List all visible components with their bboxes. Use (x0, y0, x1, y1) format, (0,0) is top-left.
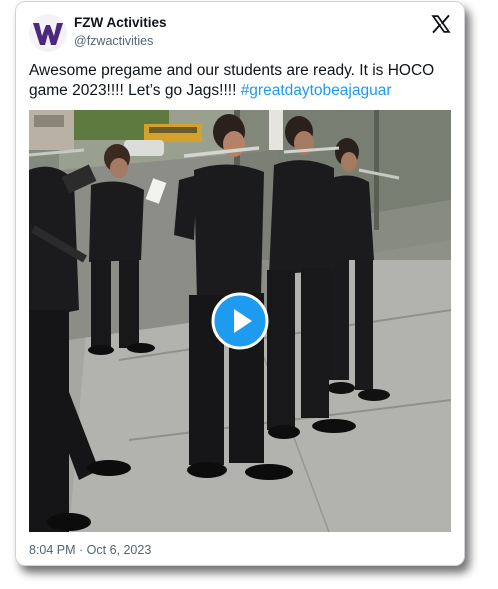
play-icon[interactable] (211, 292, 269, 350)
hashtag-link[interactable]: #greatdaytobeajaguar (241, 82, 392, 99)
w-logo-icon (33, 23, 63, 45)
author-handle[interactable]: @fzwactivities (74, 34, 153, 48)
timestamp[interactable]: 8:04 PM · Oct 6, 2023 (29, 543, 151, 557)
x-logo-icon[interactable] (431, 14, 451, 34)
author-name[interactable]: FZW Activities (74, 15, 167, 30)
avatar[interactable] (29, 14, 67, 52)
tweet-card: FZW Activities @fzwactivities Awesome pr… (15, 1, 465, 566)
tweet-text: Awesome pregame and our students are rea… (29, 61, 453, 100)
video-player[interactable] (29, 110, 451, 532)
